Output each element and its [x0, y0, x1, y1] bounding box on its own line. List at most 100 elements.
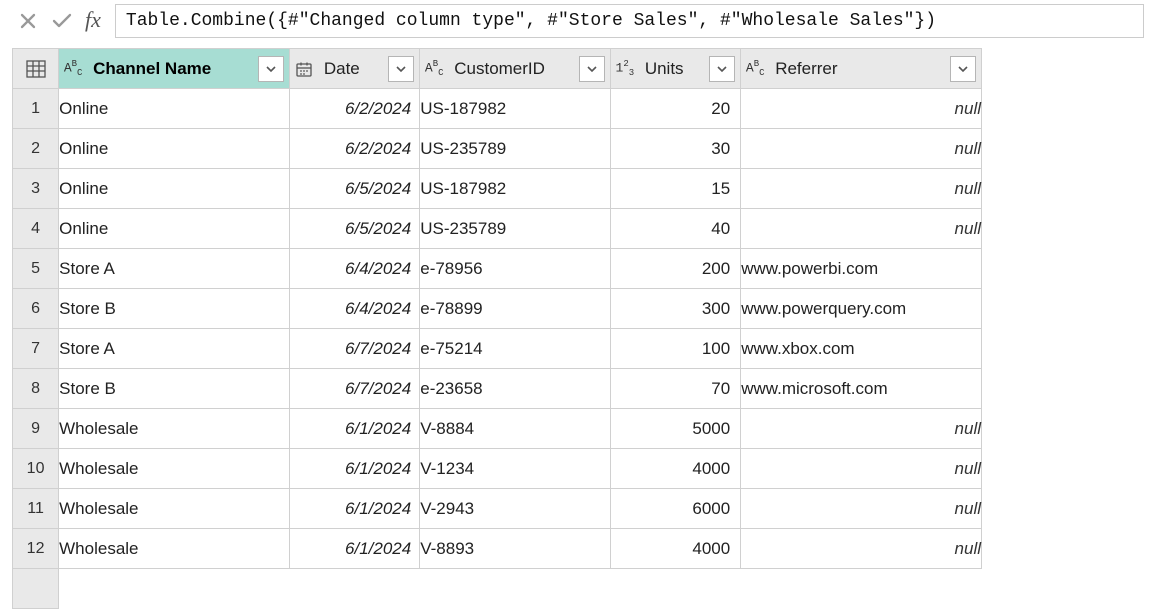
cell[interactable]: Wholesale [59, 409, 290, 449]
cell[interactable]: Online [59, 129, 290, 169]
cell[interactable]: 5000 [610, 409, 740, 449]
row-number[interactable]: 4 [13, 209, 59, 249]
column-filter-dropdown[interactable] [258, 56, 284, 82]
cell[interactable]: Online [59, 89, 290, 129]
cell[interactable]: e-78956 [420, 249, 611, 289]
cell[interactable]: null [741, 489, 982, 529]
cell[interactable]: e-23658 [420, 369, 611, 409]
cell[interactable]: 30 [610, 129, 740, 169]
row-number[interactable]: 10 [13, 449, 59, 489]
row-number[interactable]: 6 [13, 289, 59, 329]
column-filter-dropdown[interactable] [388, 56, 414, 82]
cell[interactable]: 6/1/2024 [289, 409, 419, 449]
table-row[interactable]: 5Store A6/4/2024e-78956200www.powerbi.co… [13, 249, 982, 289]
table-row[interactable]: 12Wholesale6/1/2024V-88934000null [13, 529, 982, 569]
cell[interactable]: null [741, 89, 982, 129]
row-number[interactable]: 12 [13, 529, 59, 569]
cell[interactable]: US-187982 [420, 89, 611, 129]
column-header[interactable]: ABCCustomerID [420, 49, 611, 89]
cell[interactable]: www.xbox.com [741, 329, 982, 369]
cell[interactable]: www.microsoft.com [741, 369, 982, 409]
column-header[interactable]: Date [289, 49, 419, 89]
number-type-icon[interactable]: 123 [611, 49, 639, 88]
cell[interactable]: 6000 [610, 489, 740, 529]
text-type-icon[interactable]: ABC [59, 49, 87, 88]
date-type-icon[interactable] [290, 49, 318, 88]
cell[interactable]: 6/1/2024 [289, 449, 419, 489]
row-number[interactable]: 8 [13, 369, 59, 409]
cell[interactable]: 15 [610, 169, 740, 209]
cell[interactable]: Wholesale [59, 489, 290, 529]
cell[interactable]: www.powerbi.com [741, 249, 982, 289]
cancel-formula-button[interactable] [15, 8, 41, 34]
cell[interactable]: Store A [59, 329, 290, 369]
table-row[interactable]: 1Online6/2/2024US-18798220null [13, 89, 982, 129]
table-row[interactable]: 3Online6/5/2024US-18798215null [13, 169, 982, 209]
formula-input[interactable] [115, 4, 1144, 38]
cell[interactable]: 6/1/2024 [289, 489, 419, 529]
cell[interactable]: Wholesale [59, 449, 290, 489]
cell[interactable]: 4000 [610, 529, 740, 569]
text-type-icon[interactable]: ABC [741, 49, 769, 88]
column-header[interactable]: ABCChannel Name [59, 49, 290, 89]
cell[interactable]: 100 [610, 329, 740, 369]
row-number[interactable]: 2 [13, 129, 59, 169]
cell[interactable]: null [741, 209, 982, 249]
row-number[interactable]: 11 [13, 489, 59, 529]
cell[interactable]: US-235789 [420, 209, 611, 249]
table-row[interactable]: 10Wholesale6/1/2024V-12344000null [13, 449, 982, 489]
column-filter-dropdown[interactable] [579, 56, 605, 82]
cell[interactable]: V-8884 [420, 409, 611, 449]
cell[interactable]: US-187982 [420, 169, 611, 209]
column-filter-dropdown[interactable] [709, 56, 735, 82]
cell[interactable]: null [741, 129, 982, 169]
cell[interactable]: Online [59, 209, 290, 249]
cell[interactable]: Store B [59, 369, 290, 409]
accept-formula-button[interactable] [49, 8, 75, 34]
column-header[interactable]: 123Units [610, 49, 740, 89]
row-number[interactable]: 1 [13, 89, 59, 129]
cell[interactable]: 6/4/2024 [289, 289, 419, 329]
table-row[interactable]: 4Online6/5/2024US-23578940null [13, 209, 982, 249]
column-header[interactable]: ABCReferrer [741, 49, 982, 89]
row-number[interactable]: 9 [13, 409, 59, 449]
cell[interactable]: 6/7/2024 [289, 369, 419, 409]
cell[interactable]: US-235789 [420, 129, 611, 169]
row-number[interactable]: 7 [13, 329, 59, 369]
cell[interactable]: 6/2/2024 [289, 129, 419, 169]
table-row[interactable]: 2Online6/2/2024US-23578930null [13, 129, 982, 169]
cell[interactable]: 6/1/2024 [289, 529, 419, 569]
cell[interactable]: V-2943 [420, 489, 611, 529]
table-row[interactable]: 11Wholesale6/1/2024V-29436000null [13, 489, 982, 529]
table-row[interactable]: 6Store B6/4/2024e-78899300www.powerquery… [13, 289, 982, 329]
cell[interactable]: Wholesale [59, 529, 290, 569]
cell[interactable]: null [741, 449, 982, 489]
row-number[interactable]: 5 [13, 249, 59, 289]
row-number[interactable]: 3 [13, 169, 59, 209]
cell[interactable]: V-1234 [420, 449, 611, 489]
table-row[interactable]: 8Store B6/7/2024e-2365870www.microsoft.c… [13, 369, 982, 409]
cell[interactable]: e-75214 [420, 329, 611, 369]
cell[interactable]: null [741, 169, 982, 209]
table-corner-button[interactable] [13, 49, 59, 89]
cell[interactable]: 4000 [610, 449, 740, 489]
table-row[interactable]: 9Wholesale6/1/2024V-88845000null [13, 409, 982, 449]
cell[interactable]: null [741, 529, 982, 569]
cell[interactable]: 6/2/2024 [289, 89, 419, 129]
cell[interactable]: e-78899 [420, 289, 611, 329]
cell[interactable]: Store B [59, 289, 290, 329]
table-row[interactable]: 7Store A6/7/2024e-75214100www.xbox.com [13, 329, 982, 369]
cell[interactable]: Store A [59, 249, 290, 289]
cell[interactable]: 6/5/2024 [289, 209, 419, 249]
cell[interactable]: 40 [610, 209, 740, 249]
cell[interactable]: 6/7/2024 [289, 329, 419, 369]
cell[interactable]: 20 [610, 89, 740, 129]
column-filter-dropdown[interactable] [950, 56, 976, 82]
cell[interactable]: V-8893 [420, 529, 611, 569]
cell[interactable]: Online [59, 169, 290, 209]
cell[interactable]: 200 [610, 249, 740, 289]
cell[interactable]: 6/5/2024 [289, 169, 419, 209]
cell[interactable]: null [741, 409, 982, 449]
cell[interactable]: 6/4/2024 [289, 249, 419, 289]
text-type-icon[interactable]: ABC [420, 49, 448, 88]
